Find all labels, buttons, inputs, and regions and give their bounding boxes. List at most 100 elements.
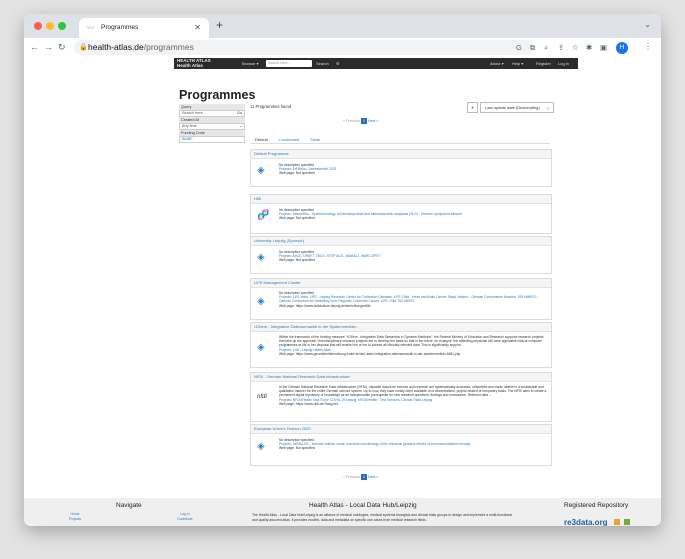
page-title: Programmes <box>179 88 256 102</box>
pagination-top: « Previous 1 Next » <box>343 118 378 124</box>
footer-description: The Health Atlas - Local Data Hub/Leipzi… <box>252 513 512 522</box>
sort-select[interactable]: Last update date (Descending) ⌄ <box>480 102 554 113</box>
programme-card: University Leipzig (Sponsor) ◈ No descri… <box>250 236 552 274</box>
login-link[interactable]: Log in <box>558 61 569 66</box>
profile-avatar[interactable]: H <box>616 42 628 54</box>
tab-table[interactable]: Table <box>310 137 320 142</box>
re3-badge-icon <box>624 519 631 525</box>
prev-page-link[interactable]: « Previous <box>343 119 360 123</box>
nav-search-button[interactable]: Search <box>316 61 329 66</box>
query-input[interactable]: Search here... Go <box>179 110 245 117</box>
forward-icon[interactable]: → <box>44 42 53 52</box>
maximize-window-button[interactable] <box>58 22 66 30</box>
tab-title: Programmes <box>101 24 139 31</box>
next-page-link[interactable]: Next » <box>368 475 378 479</box>
go-button[interactable]: Go <box>237 111 242 116</box>
next-page-link[interactable]: Next » <box>368 119 378 123</box>
browser-window: 〰 Programmes ✕ + ⌄ ← → ↻ 🔒 health-atlas.… <box>24 14 661 526</box>
footer-link[interactable]: Projects <box>60 517 90 522</box>
programme-title[interactable]: LIFE Management Cluster <box>251 279 551 288</box>
programme-card: NFDI - German National Research Data Inf… <box>250 372 552 422</box>
browser-menu-icon[interactable]: ⋮ <box>644 42 652 51</box>
advanced-search-icon[interactable]: ⚙ <box>336 61 340 66</box>
tab-search-icon[interactable]: ⌄ <box>644 20 651 29</box>
new-tab-button[interactable]: + <box>216 18 223 32</box>
minimize-window-button[interactable] <box>46 22 54 30</box>
url-path: /programmes <box>143 42 194 52</box>
help-menu[interactable]: Help ▾ <box>512 61 523 66</box>
re3-badge-icon <box>614 519 621 525</box>
created-at-select[interactable]: Any time ⌄ <box>179 123 245 130</box>
programme-webpage: Web page: https://www.nfdi.de/?lang=en <box>279 401 339 406</box>
health-atlas-logo[interactable]: HEALTH ATLAS Health Atlas <box>177 58 211 68</box>
programme-webpage: Web page: https://www.gesundheitsforschu… <box>279 351 461 356</box>
programme-projects[interactable]: Projects: LIFE Adult, LIFE - Leipzig Res… <box>279 295 547 303</box>
programme-card: i:DSem - Integrative Datensemantik in de… <box>250 322 552 368</box>
view-tabs: Default Condensed Table <box>255 137 320 142</box>
programme-card: LIFE Management Cluster ◈ No description… <box>250 278 552 320</box>
tab-bar: 〰 Programmes ✕ + ⌄ <box>24 14 661 38</box>
programme-title[interactable]: HMI <box>251 195 551 204</box>
url-field[interactable]: 🔒 health-atlas.de/programmes <box>74 40 534 55</box>
current-page[interactable]: 1 <box>360 474 367 480</box>
footer-center-title: Health Atlas - Local Data Hub/Leipzig <box>309 502 417 509</box>
programme-description: Within the framework of the funding meas… <box>279 335 544 348</box>
programme-title[interactable]: NFDI - German National Research Data Inf… <box>251 373 551 382</box>
page-content: HEALTH ATLAS Health Atlas Browse ▾ Search… <box>24 58 661 526</box>
tab-close-icon[interactable]: ✕ <box>194 23 201 32</box>
filter-sidebar: Query Search here... Go Created At Any ti… <box>179 104 245 143</box>
sort-toggle-button[interactable]: ⏸ <box>467 102 478 113</box>
programme-title[interactable]: i:DSem - Integrative Datensemantik in de… <box>251 323 551 332</box>
stack-icon: ◈ <box>257 441 265 452</box>
zoom-icon[interactable]: ⌕ <box>544 43 548 53</box>
site-footer: Navigate Home Projects Log in Contribute… <box>24 498 661 526</box>
bookmark-star-icon[interactable]: ☆ <box>572 43 579 52</box>
programme-title[interactable]: University Leipzig (Sponsor) <box>251 237 551 246</box>
programme-title[interactable]: European Union's Horizon 2020 <box>251 425 551 434</box>
programme-webpage: Web page: https://www.uniklinikum-leipzi… <box>279 303 371 308</box>
programme-title[interactable]: Default Programme <box>251 150 551 159</box>
dna-icon: 🧬 <box>257 210 270 221</box>
prev-page-link[interactable]: « Previous <box>343 475 360 479</box>
programme-description: In the German National Research Data Inf… <box>279 385 547 398</box>
browse-menu[interactable]: Browse ▾ <box>242 61 258 66</box>
programme-webpage: Web page: Not specified <box>279 216 315 221</box>
footer-link[interactable]: Contribute <box>170 517 200 522</box>
programme-card: European Union's Horizon 2020 ◈ No descr… <box>250 424 552 466</box>
reload-icon[interactable]: ↻ <box>58 42 66 53</box>
funding-code-filter[interactable]: BMBF <box>179 136 245 143</box>
lock-icon: 🔒 <box>79 44 88 51</box>
share-icon[interactable]: ⇪ <box>558 43 564 52</box>
url-host: health-atlas.de <box>88 42 144 52</box>
close-window-button[interactable] <box>34 22 42 30</box>
result-count: 11 Programmes found <box>250 104 292 109</box>
re3data-badge[interactable]: re3data.org <box>564 512 631 526</box>
tab-default[interactable]: Default <box>255 137 268 142</box>
google-icon[interactable]: G <box>516 43 522 52</box>
extensions-icon[interactable]: ✱ <box>586 43 592 52</box>
stack-icon: ◈ <box>257 296 265 307</box>
chevron-down-icon: ⌄ <box>238 124 242 128</box>
programme-card: HMI 🧬 No description specified Projects:… <box>250 194 552 234</box>
programme-webpage: Web page: Not specified <box>279 446 315 451</box>
back-icon[interactable]: ← <box>30 42 39 52</box>
programme-webpage: Web page: Not specified <box>279 258 315 263</box>
register-link[interactable]: Register <box>536 61 551 66</box>
site-navbar: HEALTH ATLAS Health Atlas Browse ▾ Search… <box>174 58 578 69</box>
footer-navigate-title: Navigate <box>116 502 142 509</box>
about-menu[interactable]: About ▾ <box>490 61 504 66</box>
current-page[interactable]: 1 <box>360 118 367 124</box>
nav-search-input[interactable]: Search here... <box>266 60 312 67</box>
translate-icon[interactable]: ⧉ <box>530 43 535 53</box>
programme-card: Default Programme ◈ No description speci… <box>250 149 552 187</box>
tab-divider <box>250 143 550 144</box>
tab-condensed[interactable]: Condensed <box>279 137 299 142</box>
browser-tab[interactable]: 〰 Programmes ✕ <box>79 18 209 38</box>
footer-registered-title: Registered Repository <box>564 502 629 509</box>
footer-nav-col2: Log in Contribute <box>170 512 200 521</box>
re3data-logo: re3data.org <box>564 518 608 526</box>
pagination-bottom: « Previous 1 Next » <box>343 474 378 480</box>
chevron-down-icon: ⌄ <box>546 105 550 110</box>
stack-icon: ◈ <box>257 165 265 176</box>
sidebar-icon[interactable]: ▣ <box>600 43 607 52</box>
